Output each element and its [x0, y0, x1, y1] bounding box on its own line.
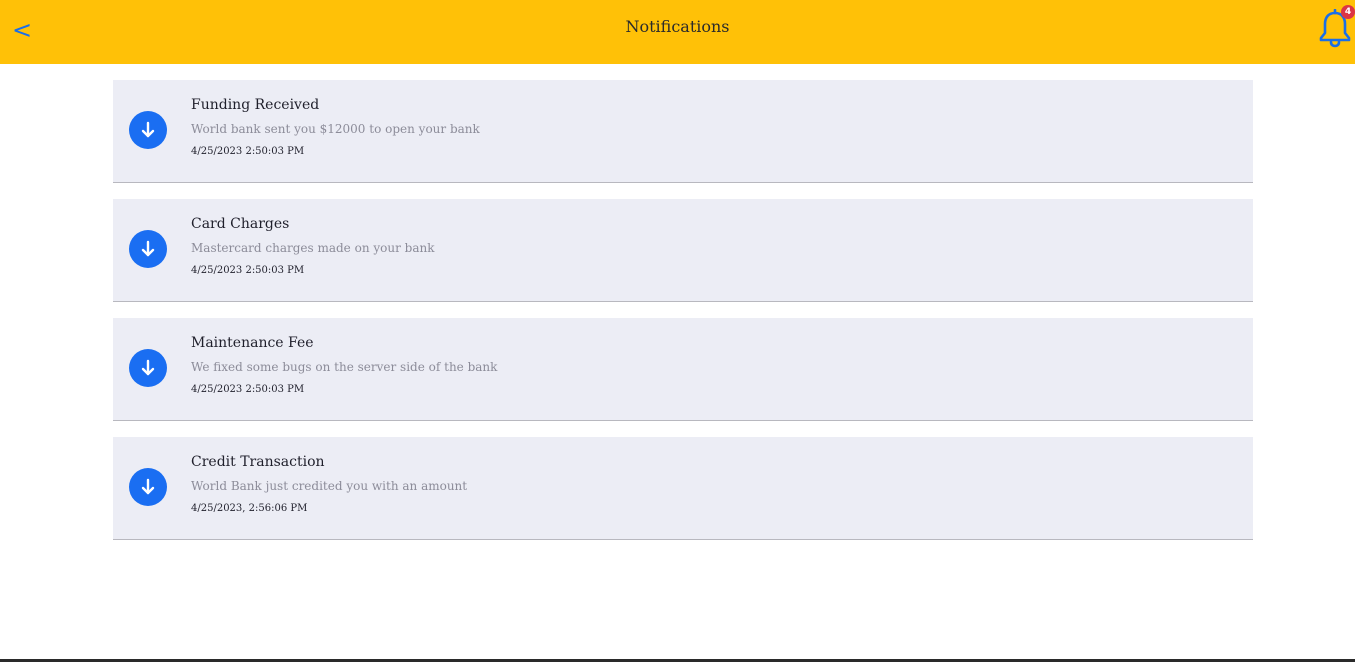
- notification-item[interactable]: Credit Transaction World Bank just credi…: [113, 437, 1253, 540]
- notification-description: Mastercard charges made on your bank: [191, 241, 435, 255]
- notification-timestamp: 4/25/2023 2:50:03 PM: [191, 265, 305, 276]
- page-title: Notifications: [625, 17, 730, 36]
- notification-description: We fixed some bugs on the server side of…: [191, 360, 498, 374]
- notification-item[interactable]: Funding Received World bank sent you $12…: [113, 80, 1253, 183]
- notification-description: World bank sent you $12000 to open your …: [191, 122, 480, 136]
- notification-timestamp: 4/25/2023, 2:56:06 PM: [191, 503, 308, 514]
- arrow-down-icon: [129, 468, 167, 506]
- notification-count-badge: 4: [1341, 5, 1355, 19]
- arrow-down-icon: [129, 111, 167, 149]
- top-bar: < Notifications 4: [0, 0, 1355, 64]
- arrow-down-icon: [129, 349, 167, 387]
- arrow-down-icon: [129, 230, 167, 268]
- notification-item[interactable]: Card Charges Mastercard charges made on …: [113, 199, 1253, 302]
- notification-title: Funding Received: [191, 97, 320, 113]
- notification-timestamp: 4/25/2023 2:50:03 PM: [191, 384, 305, 395]
- notification-list: Funding Received World bank sent you $12…: [113, 80, 1253, 556]
- notification-title: Credit Transaction: [191, 454, 325, 470]
- notification-description: World Bank just credited you with an amo…: [191, 479, 468, 493]
- notification-timestamp: 4/25/2023 2:50:03 PM: [191, 146, 305, 157]
- notification-title: Card Charges: [191, 216, 290, 232]
- notification-title: Maintenance Fee: [191, 335, 314, 351]
- notification-item[interactable]: Maintenance Fee We fixed some bugs on th…: [113, 318, 1253, 421]
